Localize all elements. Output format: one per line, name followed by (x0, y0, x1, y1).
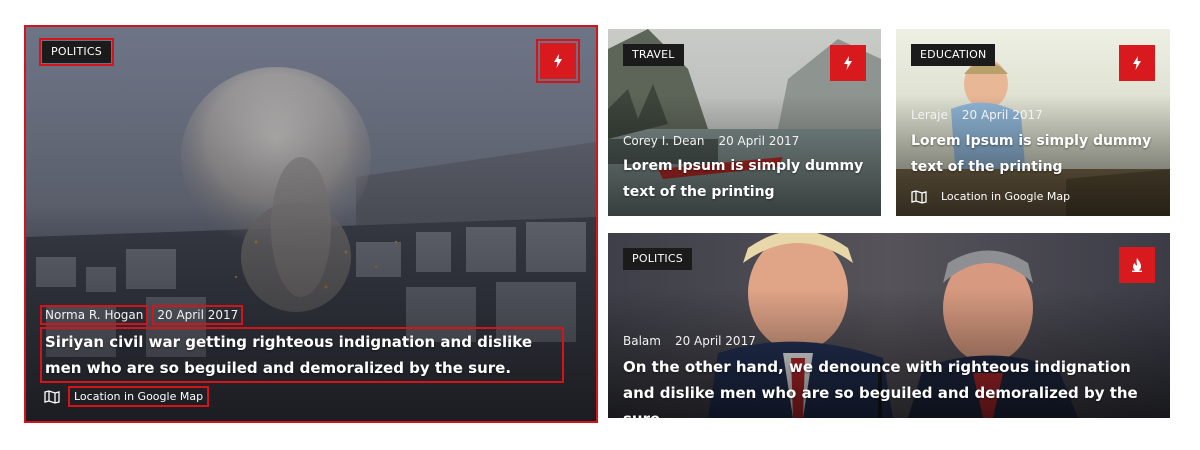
category-badge[interactable]: POLITICS (623, 248, 692, 270)
post-title[interactable]: Siriyan civil war getting righteous indi… (40, 327, 564, 383)
card-travel[interactable]: TRAVEL Corey I. Dean 20 April 2017 Lorem… (608, 29, 881, 216)
trending-button[interactable] (1119, 247, 1155, 283)
author-link[interactable]: Balam (620, 333, 664, 349)
trending-button[interactable] (1119, 45, 1155, 81)
trending-button[interactable] (830, 45, 866, 81)
map-icon (911, 189, 927, 204)
featured-card-politics[interactable]: POLITICS Norma R. Hogan 20 April 2017 Si… (24, 25, 598, 423)
lightning-icon (844, 56, 852, 70)
fire-icon (1132, 258, 1142, 272)
post-title[interactable]: On the other hand, we denounce with righ… (623, 354, 1143, 418)
location-label: Location in Google Map (67, 386, 210, 407)
post-date[interactable]: 20 April 2017 (152, 305, 244, 325)
category-badge[interactable]: TRAVEL (623, 44, 684, 66)
post-date[interactable]: 20 April 2017 (715, 133, 802, 149)
card-politics-wide[interactable]: POLITICS Balam 20 April 2017 On the othe… (608, 233, 1170, 418)
author-link[interactable]: Norma R. Hogan (39, 305, 149, 325)
post-date[interactable]: 20 April 2017 (959, 107, 1046, 123)
trending-button[interactable] (536, 39, 580, 83)
map-icon (44, 389, 60, 404)
location-link[interactable]: Location in Google Map (911, 188, 1074, 205)
category-badge[interactable]: EDUCATION (911, 44, 996, 66)
author-link[interactable]: Corey I. Dean (620, 133, 707, 149)
location-link[interactable]: Location in Google Map (44, 386, 210, 407)
post-title[interactable]: Lorem Ipsum is simply dummy text of the … (623, 153, 873, 205)
post-title[interactable]: Lorem Ipsum is simply dummy text of the … (911, 128, 1163, 180)
author-link[interactable]: Leraje (908, 107, 951, 123)
card-education[interactable]: EDUCATION Leraje 20 April 2017 Lorem Ips… (896, 29, 1170, 216)
location-label: Location in Google Map (941, 190, 1071, 203)
lightning-icon (554, 54, 562, 68)
lightning-icon (1133, 56, 1141, 70)
category-badge[interactable]: POLITICS (39, 38, 114, 66)
post-date[interactable]: 20 April 2017 (672, 333, 759, 349)
